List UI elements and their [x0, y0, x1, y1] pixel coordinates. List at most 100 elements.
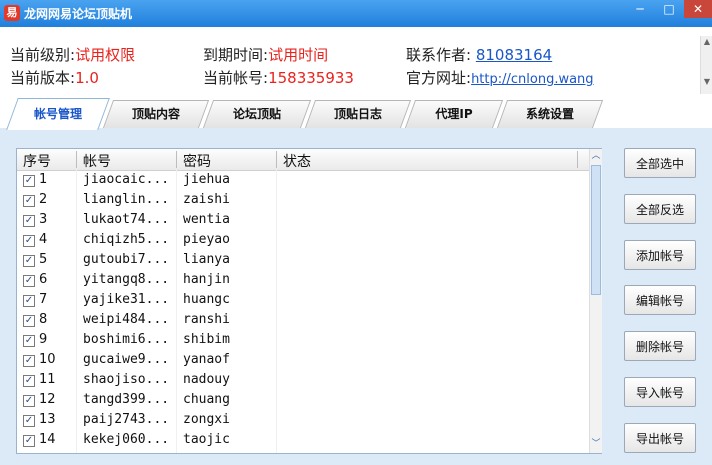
cell-seq: 2	[39, 192, 48, 207]
cell-account: chiqizh5...	[83, 232, 170, 247]
header-account[interactable]: 帐号	[79, 151, 111, 171]
table-row[interactable]: ✓ 11 shaojiso... nadouy	[17, 371, 589, 391]
author-label: 联系作者:	[406, 46, 472, 64]
tab-label: 系统设置	[525, 107, 574, 121]
cell-seq: 13	[39, 412, 56, 427]
cell-password: chuang	[183, 392, 230, 407]
select-all-button[interactable]: 全部选中	[624, 148, 696, 178]
cell-account: lukaot74...	[83, 212, 170, 227]
cell-seq: 10	[39, 352, 56, 367]
cell-seq: 4	[39, 232, 48, 247]
row-checkbox[interactable]: ✓	[23, 195, 35, 207]
author-link[interactable]: 81083164	[476, 46, 552, 64]
site-link[interactable]: http://cnlong.wang	[471, 72, 594, 87]
row-checkbox[interactable]: ✓	[23, 215, 35, 227]
expire-value: 试用时间	[268, 46, 329, 64]
cell-password: jiehua	[183, 172, 230, 187]
account-info: 当前帐号:158335933	[203, 67, 354, 88]
account-table[interactable]: 序号 帐号 密码 状态 ✓ 1 jiaocaic... jiehua ✓ 2 liangli…	[16, 148, 602, 454]
tab-system-settings[interactable]: 系统设置	[496, 100, 604, 128]
header-password[interactable]: 密码	[179, 151, 211, 171]
account-value: 158335933	[268, 69, 354, 87]
table-row[interactable]: ✓ 12 tangd399... chuang	[17, 391, 589, 411]
cell-seq: 1	[39, 172, 48, 187]
close-button[interactable]: ✕	[684, 0, 712, 18]
cell-seq: 7	[39, 292, 48, 307]
cell-account: gutoubi7...	[83, 252, 170, 267]
cell-account: gucaiwe9...	[83, 352, 170, 367]
maximize-button[interactable]: □	[655, 0, 683, 18]
minimize-button[interactable]: ─	[626, 0, 654, 18]
site-label: 官方网址:	[406, 69, 472, 87]
row-checkbox[interactable]: ✓	[23, 175, 35, 187]
cell-account: yajike31...	[83, 292, 170, 307]
cell-password: hanjin	[183, 272, 230, 287]
table-row[interactable]: ✓ 8 weipi484... ranshi	[17, 311, 589, 331]
row-checkbox[interactable]: ✓	[23, 395, 35, 407]
table-row[interactable]: ✓ 10 gucaiwe9... yanaof	[17, 351, 589, 371]
cell-password: zaishi	[183, 192, 230, 207]
header-status[interactable]: 状态	[279, 151, 311, 171]
expire-info: 到期时间:试用时间	[203, 44, 328, 65]
import-account-button[interactable]: 导入帐号	[624, 377, 696, 407]
tab-post-log[interactable]: 顶贴日志	[304, 100, 412, 128]
scroll-down-icon[interactable]: ▼	[701, 76, 712, 88]
tab-label: 代理IP	[435, 107, 473, 121]
cell-password: zongxi	[183, 412, 230, 427]
row-checkbox[interactable]: ✓	[23, 415, 35, 427]
scroll-up-icon[interactable]: ︿	[590, 149, 602, 163]
scroll-up-icon[interactable]: ▲	[701, 36, 712, 48]
table-scrollbar[interactable]: ︿ ﹀	[589, 149, 602, 453]
level-info: 当前级别:试用权限	[10, 44, 135, 65]
level-value: 试用权限	[75, 46, 136, 64]
account-label: 当前帐号:	[203, 69, 269, 87]
table-row[interactable]: ✓ 3 lukaot74... wentia	[17, 211, 589, 231]
invert-select-button[interactable]: 全部反选	[624, 194, 696, 224]
table-row[interactable]: ✓ 7 yajike31... huangc	[17, 291, 589, 311]
tab-forum-post[interactable]: 论坛顶贴	[202, 100, 312, 128]
row-checkbox[interactable]: ✓	[23, 295, 35, 307]
add-account-button[interactable]: 添加帐号	[624, 240, 696, 270]
row-checkbox[interactable]: ✓	[23, 355, 35, 367]
cell-password: nadouy	[183, 372, 230, 387]
tab-account-manage[interactable]: 帐号管理	[6, 98, 110, 130]
row-checkbox[interactable]: ✓	[23, 255, 35, 267]
edit-account-button[interactable]: 编辑帐号	[624, 285, 696, 315]
tab-proxy-ip[interactable]: 代理IP	[404, 100, 504, 128]
expire-label: 到期时间:	[203, 46, 269, 64]
table-row[interactable]: ✓ 4 chiqizh5... pieyao	[17, 231, 589, 251]
table-row[interactable]: ✓ 2 lianglin... zaishi	[17, 191, 589, 211]
tab-label: 帐号管理	[33, 107, 82, 121]
table-row[interactable]: ✓ 6 yitangq8... hanjin	[17, 271, 589, 291]
cell-password: lianya	[183, 252, 230, 267]
tab-post-content[interactable]: 顶贴内容	[102, 100, 210, 128]
scroll-down-icon[interactable]: ﹀	[590, 437, 602, 451]
tab-label: 论坛顶贴	[232, 107, 281, 121]
cell-account: yitangq8...	[83, 272, 170, 287]
row-checkbox[interactable]: ✓	[23, 235, 35, 247]
row-checkbox[interactable]: ✓	[23, 275, 35, 287]
info-scrollbar[interactable]: ▲ ▼	[700, 36, 712, 94]
row-checkbox[interactable]: ✓	[23, 375, 35, 387]
cell-seq: 14	[39, 432, 56, 447]
cell-password: wentia	[183, 212, 230, 227]
table-row[interactable]: ✓ 5 gutoubi7... lianya	[17, 251, 589, 271]
table-row[interactable]: ✓ 14 kekej060... taojic	[17, 431, 589, 451]
cell-password: yanaof	[183, 352, 230, 367]
row-checkbox[interactable]: ✓	[23, 315, 35, 327]
cell-seq: 9	[39, 332, 48, 347]
version-label: 当前版本:	[10, 69, 76, 87]
version-value: 1.0	[75, 69, 99, 87]
delete-account-button[interactable]: 删除帐号	[624, 331, 696, 361]
tab-label: 顶贴日志	[333, 107, 382, 121]
app-logo-icon: 易	[4, 5, 20, 21]
table-row[interactable]: ✓ 1 jiaocaic... jiehua	[17, 171, 589, 191]
row-checkbox[interactable]: ✓	[23, 335, 35, 347]
table-row[interactable]: ✓ 9 boshimi6... shibim	[17, 331, 589, 351]
header-seq[interactable]: 序号	[19, 151, 51, 171]
row-checkbox[interactable]: ✓	[23, 435, 35, 447]
scroll-thumb[interactable]	[591, 165, 601, 295]
export-account-button[interactable]: 导出帐号	[624, 423, 696, 453]
table-row[interactable]: ✓ 13 paij2743... zongxi	[17, 411, 589, 431]
site-info: 官方网址:http://cnlong.wang	[406, 67, 594, 88]
